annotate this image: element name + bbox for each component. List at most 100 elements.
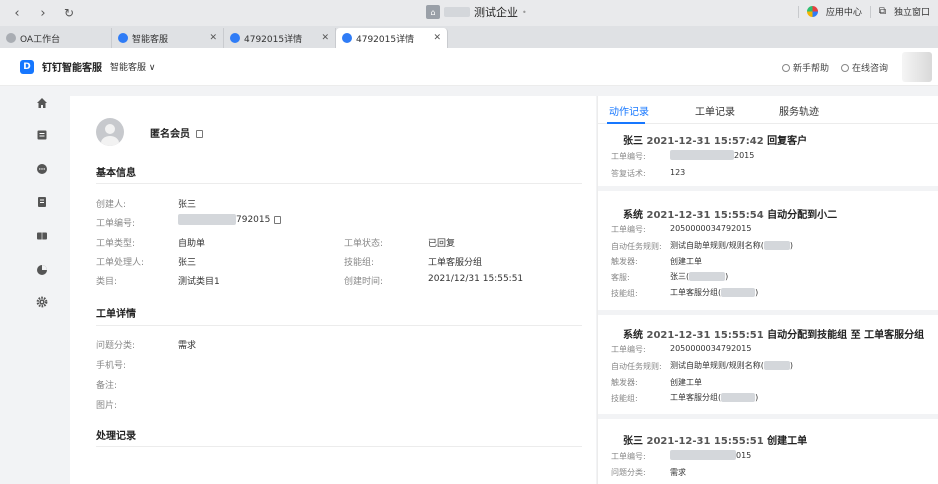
close-icon[interactable]: ✕ bbox=[321, 33, 329, 43]
record-field-label: 工单编号: bbox=[611, 345, 646, 354]
redacted-blur bbox=[763, 241, 790, 250]
record-field-label: 客服: bbox=[611, 273, 630, 282]
section-title-detail: 工单详情 bbox=[96, 309, 136, 320]
home-icon[interactable] bbox=[36, 97, 48, 109]
smart-service-icon bbox=[118, 33, 128, 43]
oa-icon bbox=[6, 33, 16, 43]
type-label: 工单类型: bbox=[96, 239, 136, 249]
record-actor: 系统 bbox=[623, 330, 643, 341]
app-switcher[interactable]: 智能客服 ∨ bbox=[110, 60, 155, 73]
back-arrow-icon[interactable]: ‹ bbox=[6, 3, 28, 23]
refresh-icon[interactable]: ↻ bbox=[58, 3, 80, 23]
redacted-blur bbox=[763, 361, 790, 370]
copy-icon[interactable] bbox=[274, 215, 282, 224]
record-field-value: 测试自助单规则/规则名称( ) bbox=[670, 240, 793, 251]
close-icon[interactable]: ✕ bbox=[433, 33, 441, 43]
record-title: 张三 2021-12-31 15:57:42 回复客户 bbox=[623, 132, 807, 147]
creator-label: 创建人: bbox=[96, 200, 127, 210]
app-center-icon bbox=[806, 6, 818, 17]
creator-value: 张三 bbox=[178, 200, 197, 210]
record-field-label: 工单编号: bbox=[611, 225, 646, 234]
record-separator bbox=[598, 310, 938, 315]
copy-icon[interactable] bbox=[196, 130, 203, 138]
record-field-label: 触发器: bbox=[611, 378, 638, 387]
order-no-value: 792015 bbox=[178, 214, 282, 225]
record-value-tail: ) bbox=[755, 393, 759, 402]
inbox-icon[interactable] bbox=[36, 129, 48, 141]
record-field-label: 工单编号: bbox=[611, 452, 646, 461]
order-no-label: 工单编号: bbox=[96, 219, 136, 229]
record-title: 系统 2021-12-31 15:55:51 自动分配到技能组 至 工单客服分组 bbox=[623, 326, 924, 341]
category-value: 测试类目1 bbox=[178, 277, 220, 287]
record-actor: 系统 bbox=[623, 210, 643, 221]
redacted-blur bbox=[670, 150, 734, 160]
help-label: 新手帮助 bbox=[792, 64, 829, 74]
side-nav bbox=[0, 86, 56, 484]
app-header: D 钉钉智能客服 智能客服 ∨ 新手帮助 在线咨询 bbox=[0, 48, 938, 86]
standalone-window-icon: ⧉ bbox=[878, 6, 886, 17]
skill-group-value: 工单客服分组 bbox=[428, 258, 483, 268]
record-value-tail: ) bbox=[789, 361, 793, 370]
tab-service-trail[interactable]: 服务轨迹 bbox=[779, 103, 819, 118]
record-separator bbox=[598, 186, 938, 191]
ticket-detail-card: 匿名会员 基本信息 创建人: 张三 工单编号: 792015 工单类型: 自助单… bbox=[70, 96, 596, 484]
knowledge-book-icon[interactable] bbox=[36, 230, 48, 242]
user-avatar[interactable] bbox=[902, 52, 932, 82]
tab-detail-2[interactable]: 4792015详情 ✕ bbox=[336, 28, 448, 48]
org-icon: ⌂ bbox=[426, 5, 440, 19]
help-link[interactable]: 新手帮助 bbox=[781, 61, 829, 74]
tab-ticket-records[interactable]: 工单记录 bbox=[695, 103, 735, 118]
tab-detail-1[interactable]: 4792015详情 ✕ bbox=[224, 28, 336, 48]
order-no-blur bbox=[178, 214, 236, 225]
redacted-blur bbox=[721, 393, 756, 402]
record-field-value: 2015 bbox=[670, 150, 754, 160]
status-value: 已回复 bbox=[428, 239, 456, 249]
divider bbox=[96, 183, 582, 184]
member-name-row: 匿名会员 bbox=[150, 125, 203, 140]
note-label: 备注: bbox=[96, 381, 118, 391]
record-actor: 张三 bbox=[623, 136, 643, 147]
record-field-value: 123 bbox=[670, 168, 686, 177]
app-title: 钉钉智能客服 bbox=[42, 63, 102, 74]
activity-tabs: 动作记录 工单记录 服务轨迹 bbox=[598, 96, 938, 124]
settings-gear-icon[interactable] bbox=[36, 296, 48, 308]
record-field-label: 问题分类: bbox=[611, 468, 646, 477]
app-center-link[interactable]: 应用中心 bbox=[826, 5, 862, 18]
record-value-text: 测试自助单规则/规则名称( bbox=[670, 241, 764, 250]
separator bbox=[869, 5, 871, 18]
record-time: 2021-12-31 15:55:54 bbox=[646, 210, 764, 221]
tab-action-records[interactable]: 动作记录 bbox=[609, 103, 649, 118]
pie-chart-icon[interactable] bbox=[36, 264, 48, 276]
record-actor: 张三 bbox=[623, 436, 643, 447]
record-field-label: 工单编号: bbox=[611, 152, 646, 161]
record-field-label: 技能组: bbox=[611, 394, 638, 403]
phone-label: 手机号: bbox=[96, 361, 127, 371]
org-switcher[interactable]: ⌂ 测试企业 • bbox=[426, 4, 527, 20]
tab-oa-workbench[interactable]: OA工作台 bbox=[0, 28, 112, 48]
dingtalk-logo-icon: D bbox=[20, 59, 34, 74]
type-value: 自助单 bbox=[178, 239, 206, 249]
close-icon[interactable]: ✕ bbox=[209, 33, 217, 43]
record-field-value: 测试自助单规则/规则名称( ) bbox=[670, 360, 793, 371]
separator bbox=[797, 5, 799, 18]
record-time: 2021-12-31 15:55:51 bbox=[646, 436, 764, 447]
standalone-window-link[interactable]: 独立窗口 bbox=[894, 5, 930, 18]
forward-arrow-icon[interactable]: › bbox=[32, 3, 54, 23]
record-value-tail: ) bbox=[789, 241, 793, 250]
member-name: 匿名会员 bbox=[150, 129, 190, 140]
section-title-basic: 基本信息 bbox=[96, 168, 136, 179]
tab-label: OA工作台 bbox=[20, 34, 61, 45]
record-field-value: 需求 bbox=[670, 468, 686, 477]
consult-icon bbox=[840, 63, 849, 72]
chat-icon[interactable] bbox=[36, 163, 48, 175]
ticket-icon bbox=[230, 33, 240, 43]
record-field-label: 触发器: bbox=[611, 257, 638, 266]
section-title-process: 处理记录 bbox=[96, 431, 136, 442]
ticket-list-icon[interactable] bbox=[36, 196, 48, 208]
divider bbox=[96, 325, 582, 326]
record-value-text: 2015 bbox=[734, 150, 755, 160]
consult-link[interactable]: 在线咨询 bbox=[840, 61, 888, 74]
record-field-label: 自动任务规则: bbox=[611, 362, 662, 371]
tab-smart-service[interactable]: 智能客服 ✕ bbox=[112, 28, 224, 48]
org-name-blur bbox=[444, 7, 470, 17]
